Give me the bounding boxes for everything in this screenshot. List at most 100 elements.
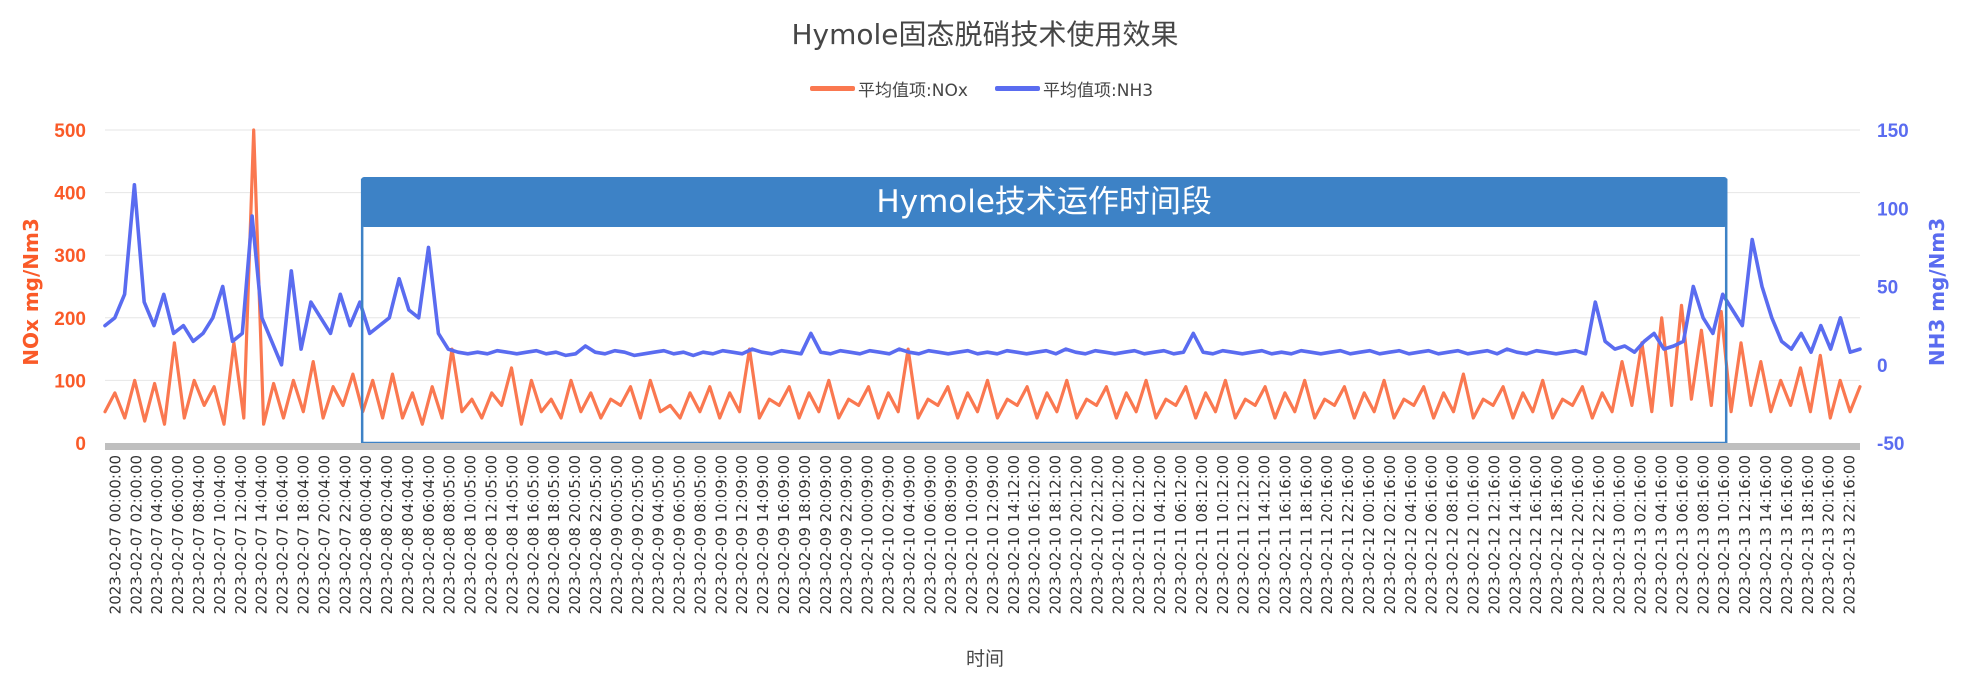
y-right-tick-label: 50	[1877, 278, 1898, 299]
x-tick-label: 2023-02-12 10:16:00	[1464, 455, 1482, 614]
y-axis-left: 0 100 200 300 400 500	[54, 121, 86, 455]
x-tick-label: 2023-02-07 10:04:00	[211, 455, 229, 614]
x-tick-label: 2023-02-13 22:16:00	[1841, 455, 1859, 614]
x-tick-label: 2023-02-10 16:12:00	[1026, 455, 1044, 614]
x-tick-label: 2023-02-13 06:16:00	[1673, 455, 1691, 614]
x-tick-label: 2023-02-13 18:16:00	[1799, 455, 1817, 614]
y-left-tick-label: 300	[54, 246, 86, 267]
x-tick-label: 2023-02-10 12:09:00	[984, 455, 1002, 614]
x-tick-label: 2023-02-13 10:16:00	[1715, 455, 1733, 614]
x-tick-label: 2023-02-09 04:05:00	[650, 455, 668, 614]
x-tick-label: 2023-02-09 20:09:00	[817, 455, 835, 614]
x-tick-label: 2023-02-10 18:12:00	[1047, 455, 1065, 614]
x-tick-label: 2023-02-10 08:09:00	[942, 455, 960, 614]
x-tick-label: 2023-02-07 18:04:00	[294, 455, 312, 614]
grid	[105, 129, 1860, 381]
y-left-tick-label: 0	[75, 434, 86, 455]
x-tick-label: 2023-02-13 00:16:00	[1611, 455, 1629, 614]
x-tick-label: 2023-02-07 04:00:00	[148, 455, 166, 614]
chart: Hymole固态脱硝技术使用效果 平均值项:NOx 平均值项:NH3 0 100 2…	[0, 0, 1970, 694]
x-axis: 2023-02-07 00:00:00 2023-02-07 02:00:00 20…	[106, 455, 1858, 614]
x-tick-label: 2023-02-12 22:16:00	[1590, 455, 1608, 614]
x-tick-label: 2023-02-11 10:12:00	[1214, 455, 1232, 614]
x-tick-label: 2023-02-12 02:16:00	[1381, 455, 1399, 614]
x-tick-label: 2023-02-10 22:12:00	[1088, 455, 1106, 614]
y-axis-left-label: NOx mg/Nm3	[19, 218, 43, 366]
x-tick-label: 2023-02-13 04:16:00	[1653, 455, 1671, 614]
x-tick-label: 2023-02-08 02:04:00	[378, 455, 396, 614]
x-tick-label: 2023-02-10 04:09:00	[900, 455, 918, 614]
x-tick-label: 2023-02-10 20:12:00	[1068, 455, 1086, 614]
x-tick-label: 2023-02-08 16:05:00	[524, 455, 542, 614]
chart-svg: Hymole固态脱硝技术使用效果 平均值项:NOx 平均值项:NH3 0 100 2…	[19, 18, 1949, 670]
y-left-tick-label: 500	[54, 121, 86, 142]
y-right-tick-label: 150	[1877, 121, 1909, 142]
x-tick-label: 2023-02-11 06:12:00	[1172, 455, 1190, 614]
legend-label-nox: 平均值项:NOx	[858, 81, 968, 101]
y-left-tick-label: 100	[54, 371, 86, 392]
x-tick-label: 2023-02-10 02:09:00	[879, 455, 897, 614]
x-tick-label: 2023-02-13 20:16:00	[1820, 455, 1838, 614]
x-tick-label: 2023-02-09 10:09:00	[712, 455, 730, 614]
x-tick-label: 2023-02-07 22:04:00	[336, 455, 354, 614]
y-axis-right-label: NH3 mg/Nm3	[1925, 218, 1949, 366]
x-tick-label: 2023-02-11 18:16:00	[1297, 455, 1315, 614]
x-tick-label: 2023-02-08 06:04:00	[420, 455, 438, 614]
x-tick-label: 2023-02-09 00:05:00	[608, 455, 626, 614]
y-right-tick-label: 100	[1877, 199, 1909, 220]
x-tick-label: 2023-02-08 20:05:00	[566, 455, 584, 614]
x-axis-label: 时间	[966, 648, 1004, 670]
x-tick-label: 2023-02-11 04:12:00	[1151, 455, 1169, 614]
x-tick-label: 2023-02-08 22:05:00	[587, 455, 605, 614]
x-tick-label: 2023-02-09 08:05:00	[691, 455, 709, 614]
x-tick-label: 2023-02-12 00:16:00	[1360, 455, 1378, 614]
x-tick-label: 2023-02-09 12:09:00	[733, 455, 751, 614]
x-tick-label: 2023-02-09 02:05:00	[629, 455, 647, 614]
legend: 平均值项:NOx 平均值项:NH3	[810, 81, 1153, 101]
x-tick-label: 2023-02-09 14:09:00	[754, 455, 772, 614]
chart-title: Hymole固态脱硝技术使用效果	[791, 18, 1178, 51]
y-left-tick-label: 400	[54, 184, 86, 205]
x-tick-label: 2023-02-13 02:16:00	[1632, 455, 1650, 614]
x-tick-label: 2023-02-11 20:16:00	[1318, 455, 1336, 614]
x-tick-label: 2023-02-09 22:09:00	[838, 455, 856, 614]
x-tick-label: 2023-02-12 04:16:00	[1402, 455, 1420, 614]
x-tick-label: 2023-02-08 08:05:00	[441, 455, 459, 614]
x-tick-label: 2023-02-07 20:04:00	[315, 455, 333, 614]
legend-swatch-nh3	[995, 86, 1040, 91]
y-axis-right: -50 0 50 100 150	[1877, 121, 1909, 455]
x-tick-label: 2023-02-12 14:16:00	[1506, 455, 1524, 614]
x-tick-label: 2023-02-10 06:09:00	[921, 455, 939, 614]
x-tick-label: 2023-02-12 12:16:00	[1485, 455, 1503, 614]
x-tick-label: 2023-02-11 16:16:00	[1276, 455, 1294, 614]
x-tick-label: 2023-02-11 08:12:00	[1193, 455, 1211, 614]
x-tick-label: 2023-02-10 10:09:00	[963, 455, 981, 614]
x-tick-label: 2023-02-08 12:05:00	[483, 455, 501, 614]
x-tick-label: 2023-02-12 18:16:00	[1548, 455, 1566, 614]
x-tick-label: 2023-02-12 08:16:00	[1444, 455, 1462, 614]
y-right-tick-label: -50	[1877, 434, 1904, 455]
x-tick-label: 2023-02-12 20:16:00	[1569, 455, 1587, 614]
x-tick-label: 2023-02-07 14:04:00	[253, 455, 271, 614]
x-tick-label: 2023-02-07 02:00:00	[127, 455, 145, 614]
legend-label-nh3: 平均值项:NH3	[1043, 81, 1153, 101]
x-tick-label: 2023-02-11 00:12:00	[1109, 455, 1127, 614]
x-axis-baseline	[105, 443, 1860, 450]
x-tick-label: 2023-02-07 12:04:00	[232, 455, 250, 614]
x-tick-label: 2023-02-13 14:16:00	[1757, 455, 1775, 614]
x-tick-label: 2023-02-10 00:09:00	[859, 455, 877, 614]
x-tick-label: 2023-02-13 16:16:00	[1778, 455, 1796, 614]
x-tick-label: 2023-02-09 06:05:00	[671, 455, 689, 614]
x-tick-label: 2023-02-07 00:00:00	[106, 455, 124, 614]
x-tick-label: 2023-02-09 16:09:00	[775, 455, 793, 614]
x-tick-label: 2023-02-07 08:04:00	[190, 455, 208, 614]
y-left-tick-label: 200	[54, 309, 86, 330]
x-tick-label: 2023-02-11 12:12:00	[1235, 455, 1253, 614]
x-tick-label: 2023-02-10 14:12:00	[1005, 455, 1023, 614]
annotation-label: Hymole技术运作时间段	[876, 184, 1212, 220]
x-tick-label: 2023-02-08 18:05:00	[545, 455, 563, 614]
legend-swatch-nox	[810, 86, 855, 91]
x-tick-label: 2023-02-08 04:04:00	[399, 455, 417, 614]
y-right-tick-label: 0	[1877, 356, 1888, 377]
x-tick-label: 2023-02-13 12:16:00	[1736, 455, 1754, 614]
